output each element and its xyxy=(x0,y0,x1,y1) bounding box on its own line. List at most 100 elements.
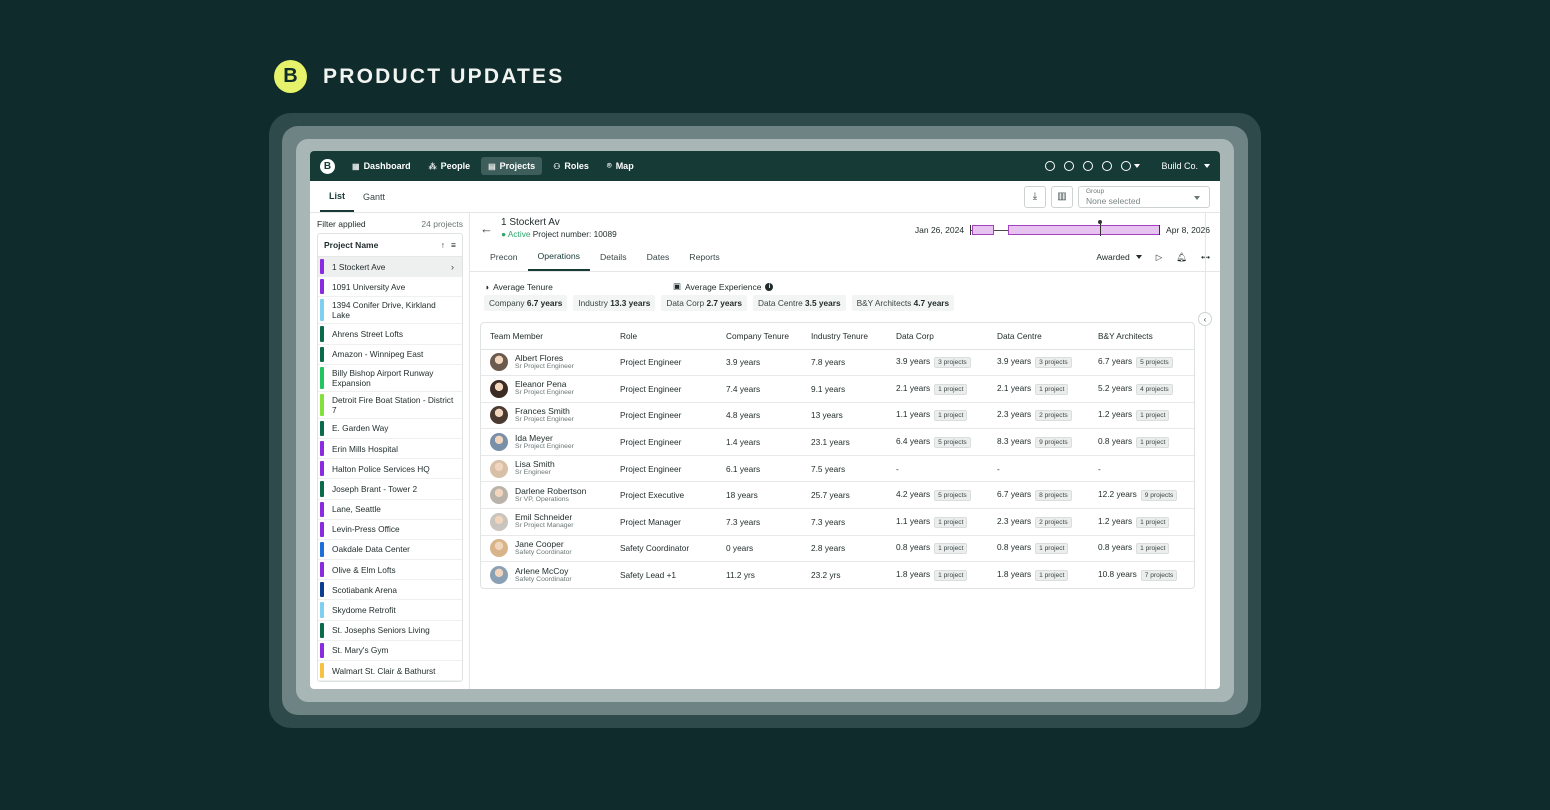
send-icon[interactable]: ▷ xyxy=(1156,252,1163,263)
company-switcher[interactable]: Build Co. xyxy=(1161,161,1210,171)
account-menu[interactable] xyxy=(1121,161,1141,171)
list-item[interactable]: Joseph Brant - Tower 2 xyxy=(318,479,462,500)
project-count-badge[interactable]: 5 projects xyxy=(934,437,971,449)
project-count-badge[interactable]: 1 project xyxy=(1136,543,1170,555)
project-count-badge[interactable]: 1 project xyxy=(934,410,968,422)
list-item[interactable]: Erin Mills Hospital xyxy=(318,439,462,460)
tab-list[interactable]: List xyxy=(320,181,355,212)
column-header[interactable]: Industry Tenure xyxy=(802,323,887,350)
project-count-badge[interactable]: 1 project xyxy=(934,383,968,395)
project-count-badge[interactable]: 1 project xyxy=(1035,383,1069,395)
table-row[interactable]: Ida Meyer Sr Project Engineer Project Engi… xyxy=(481,428,1194,456)
column-header[interactable]: Team Member xyxy=(481,323,611,350)
table-row[interactable]: Jane Cooper Safety Coordinator Safety Coor… xyxy=(481,535,1194,563)
group-select[interactable]: Group None selected xyxy=(1078,185,1210,208)
member-name[interactable]: Eleanor Pena xyxy=(515,380,574,389)
columns-icon[interactable]: ▥ xyxy=(1051,185,1073,208)
bell-icon[interactable]: 🔔︎ xyxy=(1176,252,1187,263)
download-icon[interactable]: ⤓ xyxy=(1024,185,1046,208)
table-row[interactable]: Darlene Robertson Sr VP, Operations Projec… xyxy=(481,481,1194,510)
member-name[interactable]: Lisa Smith xyxy=(515,460,555,469)
list-item[interactable]: Skydome Retrofit xyxy=(318,600,462,621)
member-name[interactable]: Jane Cooper xyxy=(515,539,572,549)
list-item[interactable]: E. Garden Way xyxy=(318,419,462,439)
list-item[interactable]: St. Josephs Seniors Living xyxy=(318,621,462,641)
nav-dashboard[interactable]: ▦ Dashboard xyxy=(345,157,418,175)
project-count-badge[interactable]: 1 project xyxy=(1136,516,1170,528)
column-header[interactable]: B&Y Architects xyxy=(1089,323,1194,350)
info-icon[interactable]: i xyxy=(765,282,774,291)
member-name[interactable]: Emil Schneider xyxy=(515,513,574,522)
column-header[interactable]: Data Centre xyxy=(988,323,1089,350)
project-count-badge[interactable]: 5 projects xyxy=(934,490,971,502)
app-logo[interactable]: B xyxy=(320,158,335,174)
member-name[interactable]: Albert Flores xyxy=(515,353,574,363)
tab-dates[interactable]: Dates xyxy=(637,243,680,271)
tab-gantt[interactable]: Gantt xyxy=(354,181,394,212)
list-item[interactable]: Scotiabank Arena xyxy=(318,580,462,601)
table-row[interactable]: Lisa Smith Sr Engineer Project Engineer 6.1… xyxy=(481,455,1194,483)
member-name[interactable]: Arlene McCoy xyxy=(515,566,572,576)
project-count-badge[interactable]: 1 project xyxy=(1136,437,1170,449)
globe-icon[interactable] xyxy=(1064,161,1075,171)
project-count-badge[interactable]: 2 projects xyxy=(1035,410,1072,422)
nav-projects[interactable]: ▤ Projects xyxy=(481,157,543,175)
list-item[interactable]: Halton Police Services HQ xyxy=(318,459,462,480)
list-item[interactable]: Amazon - Winnipeg East xyxy=(318,345,462,365)
project-count-badge[interactable]: 2 projects xyxy=(1035,516,1072,528)
list-item[interactable]: Lane, Seattle xyxy=(318,500,462,520)
member-name[interactable]: Darlene Robertson xyxy=(515,486,586,496)
tab-details[interactable]: Details xyxy=(590,243,637,271)
project-count-badge[interactable]: 1 project xyxy=(934,543,968,555)
list-item[interactable]: Walmart St. Clair & Bathurst xyxy=(318,661,462,682)
column-header[interactable]: Role xyxy=(611,323,717,350)
help-icon[interactable] xyxy=(1102,161,1113,171)
project-count-badge[interactable]: 9 projects xyxy=(1140,490,1178,502)
column-header[interactable]: Company Tenure xyxy=(717,323,802,350)
eye-icon[interactable] xyxy=(1083,161,1094,171)
table-row[interactable]: Eleanor Pena Sr Project Engineer Project E… xyxy=(481,375,1194,403)
collapse-chevron-icon[interactable]: ‹ xyxy=(1198,312,1212,326)
list-item[interactable]: Levin-Press Office xyxy=(318,520,462,540)
tab-precon[interactable]: Precon xyxy=(480,243,528,271)
project-count-badge[interactable]: 5 projects xyxy=(1136,357,1173,369)
column-header[interactable]: Data Corp xyxy=(887,323,988,350)
project-count-badge[interactable]: 9 projects xyxy=(1035,437,1072,449)
list-item[interactable]: 1394 Conifer Drive, Kirkland Lake xyxy=(318,297,462,325)
nav-roles[interactable]: ⚇ Roles xyxy=(546,157,596,175)
project-count-badge[interactable]: 4 projects xyxy=(1136,383,1173,395)
list-item[interactable]: Oakdale Data Center xyxy=(318,540,462,561)
tab-reports[interactable]: Reports xyxy=(679,243,729,271)
list-item[interactable]: 1 Stockert Ave › xyxy=(318,257,462,278)
list-item[interactable]: Billy Bishop Airport Runway Expansion xyxy=(318,365,462,392)
project-count-badge[interactable]: 8 projects xyxy=(1035,490,1072,502)
table-row[interactable]: Emil Schneider Sr Project Manager Project … xyxy=(481,508,1194,536)
member-name[interactable]: Frances Smith xyxy=(515,406,574,416)
list-item[interactable]: Ahrens Street Lofts xyxy=(318,324,462,345)
list-item[interactable]: Olive & Elm Lofts xyxy=(318,560,462,581)
table-row[interactable]: Albert Flores Sr Project Engineer Project … xyxy=(481,349,1194,377)
project-count-badge[interactable]: 3 projects xyxy=(1035,357,1072,369)
filter-icon[interactable]: ≡ xyxy=(451,240,456,250)
list-item[interactable]: St. Mary's Gym xyxy=(318,641,462,661)
table-row[interactable]: Frances Smith Sr Project Engineer Project … xyxy=(481,402,1194,430)
table-row[interactable]: Arlene McCoy Safety Coordinator Safety Lea… xyxy=(481,562,1194,589)
tab-operations[interactable]: Operations xyxy=(527,243,591,271)
sort-arrow-icon[interactable]: ↑ xyxy=(441,240,445,250)
stage-select[interactable]: Awarded xyxy=(1096,252,1142,262)
project-count-badge[interactable]: 1 project xyxy=(934,570,968,582)
project-count-badge[interactable]: 1 project xyxy=(1035,543,1069,555)
member-name[interactable]: Ida Meyer xyxy=(515,433,574,443)
project-count-badge[interactable]: 1 project xyxy=(1035,570,1069,582)
project-count-badge[interactable]: 7 projects xyxy=(1140,570,1178,582)
filter-label[interactable]: Filter applied xyxy=(317,219,366,229)
project-count-badge[interactable]: 1 project xyxy=(1136,410,1170,422)
back-arrow-icon[interactable]: ← xyxy=(480,221,493,236)
nav-people[interactable]: ⁂ People xyxy=(422,157,478,175)
list-item[interactable]: 1091 University Ave xyxy=(318,277,462,298)
project-count-badge[interactable]: 1 project xyxy=(934,516,968,528)
list-item[interactable]: Detroit Fire Boat Station - District 7 xyxy=(318,392,462,419)
project-count-badge[interactable]: 3 projects xyxy=(934,357,971,369)
timeline-track[interactable] xyxy=(970,220,1161,236)
settings-gear-icon[interactable] xyxy=(1045,161,1056,171)
